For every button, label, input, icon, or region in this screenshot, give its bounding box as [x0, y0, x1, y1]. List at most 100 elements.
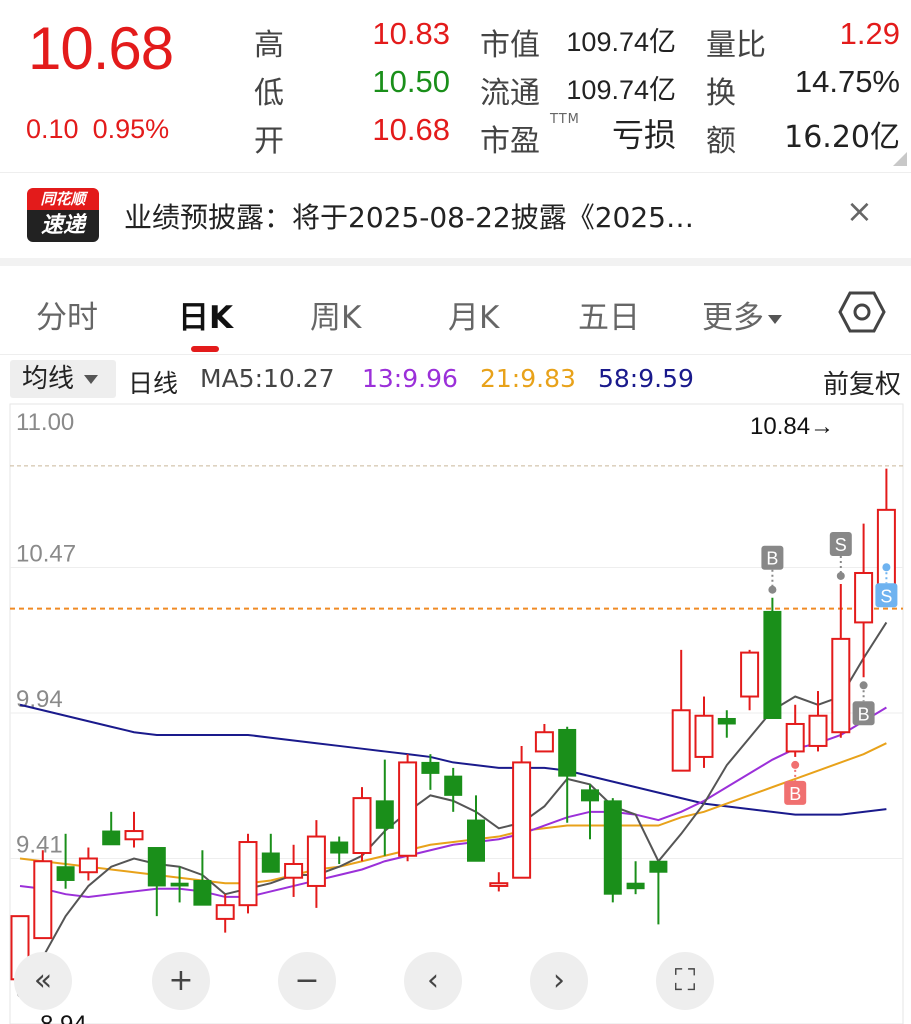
candle-body	[330, 841, 349, 854]
amount-value: 16.20亿	[784, 120, 900, 155]
candle-body	[421, 761, 440, 774]
close-icon[interactable]: ×	[846, 192, 873, 230]
tab-weekly-k[interactable]: 周K	[310, 292, 361, 337]
tabs-separator	[0, 354, 911, 355]
dropdown-caret-icon	[768, 315, 782, 324]
change-amount: 0.10	[26, 114, 79, 144]
candle	[831, 583, 851, 738]
ma-dropdown-button[interactable]: 均线	[10, 360, 116, 398]
candle	[534, 723, 554, 753]
notice-text[interactable]: 业绩预披露：将于2025-08-22披露《2025…	[124, 196, 824, 236]
high-label: 高	[254, 28, 284, 63]
candle	[330, 836, 349, 864]
ma13-value: 13:9.96	[362, 364, 458, 393]
candle	[375, 759, 394, 856]
candle	[261, 833, 280, 873]
candle	[398, 754, 418, 862]
mktcap-value: 109.74亿	[566, 27, 676, 57]
hexagon-settings-icon[interactable]	[838, 290, 886, 334]
candle-body	[603, 800, 622, 895]
candle-body	[147, 847, 166, 887]
pe-label: 市盈	[480, 124, 540, 159]
candle-body	[375, 800, 394, 829]
candle	[467, 795, 485, 862]
candle-body	[581, 789, 599, 802]
candle-body	[284, 862, 304, 879]
tab-daily-k[interactable]: 日K	[178, 292, 233, 337]
candle-body	[444, 775, 463, 796]
active-tab-indicator	[191, 346, 219, 352]
turnover-value: 14.75%	[794, 64, 900, 99]
open-label: 开	[254, 124, 284, 159]
open-value: 10.68	[372, 112, 450, 147]
tab-more-label: 更多	[702, 300, 764, 336]
scroll-left-fast-icon[interactable]: «	[14, 952, 72, 1010]
candle	[671, 649, 691, 772]
marker-label: B	[766, 549, 778, 569]
marker-dot	[768, 585, 777, 594]
candle	[694, 696, 714, 768]
candle	[124, 811, 144, 848]
y-tick-label: 10.47	[16, 541, 76, 568]
candle	[649, 860, 668, 925]
candle-body	[489, 882, 509, 887]
prev-icon[interactable]: ‹	[404, 952, 462, 1010]
marker-dot	[836, 571, 845, 580]
min-price-label: ←8.94	[16, 1011, 87, 1024]
section-divider	[0, 258, 911, 266]
candle	[808, 691, 828, 752]
zoom-out-icon[interactable]: −	[278, 952, 336, 1010]
tab-five-day[interactable]: 五日	[578, 292, 640, 337]
candle	[238, 833, 258, 914]
next-icon[interactable]: ›	[530, 952, 588, 1010]
candle	[444, 767, 463, 812]
candle-body	[467, 819, 485, 862]
ma-dropdown-label: 均线	[22, 364, 75, 394]
candle	[717, 710, 736, 738]
candle-body	[671, 709, 691, 772]
zoom-in-icon[interactable]: +	[152, 952, 210, 1010]
candle	[102, 811, 121, 846]
ma21-value: 21:9.83	[480, 364, 576, 393]
candle	[512, 745, 532, 879]
logo-bottom-text: 速递	[27, 210, 99, 242]
candle	[876, 468, 896, 591]
candle-body	[512, 761, 532, 879]
candle	[740, 649, 760, 711]
fullscreen-icon[interactable]: ⛶	[656, 952, 714, 1010]
expand-corner-icon[interactable]	[893, 152, 907, 166]
candle-body	[717, 717, 736, 725]
ma-dropdown-caret-icon	[84, 375, 99, 384]
candle-body	[626, 882, 645, 890]
candle	[352, 787, 372, 862]
tab-intraday[interactable]: 分时	[36, 292, 98, 337]
mktcap-label: 市值	[480, 28, 540, 63]
candle-body	[854, 571, 874, 624]
candle-body	[808, 714, 828, 747]
candle-body	[238, 841, 258, 907]
candle-body	[398, 761, 418, 857]
volratio-label: 量比	[706, 28, 766, 63]
trade-marker-s: S	[829, 531, 852, 580]
kline-chart[interactable]: 11.0010.479.949.418.88 BSSBB 10.84→ ←8.9…	[0, 400, 911, 1024]
candle	[489, 872, 509, 892]
ma58-value: 58:9.59	[598, 364, 694, 393]
candle	[33, 850, 53, 940]
candle-body	[261, 852, 280, 873]
turnover-label: 换	[706, 76, 736, 111]
candle-body	[124, 830, 144, 841]
trade-marker-b: B	[852, 681, 875, 726]
ths-express-logo: 同花顺 速递	[27, 188, 99, 242]
candle-body	[649, 860, 668, 873]
tab-monthly-k[interactable]: 月K	[448, 292, 499, 337]
quote-header: 10.68 0.10 0.95% 高 10.83 低 10.50 开 10.68 …	[0, 0, 911, 172]
candle	[147, 847, 166, 917]
candle	[763, 597, 782, 719]
adjust-mode-button[interactable]: 前复权	[823, 364, 901, 401]
candle-body	[102, 830, 121, 846]
y-tick-label: 11.00	[16, 409, 74, 436]
tab-more[interactable]: 更多	[702, 292, 782, 337]
low-value: 10.50	[372, 64, 450, 99]
candle-body	[558, 728, 577, 777]
trade-marker-b: B	[784, 760, 807, 805]
